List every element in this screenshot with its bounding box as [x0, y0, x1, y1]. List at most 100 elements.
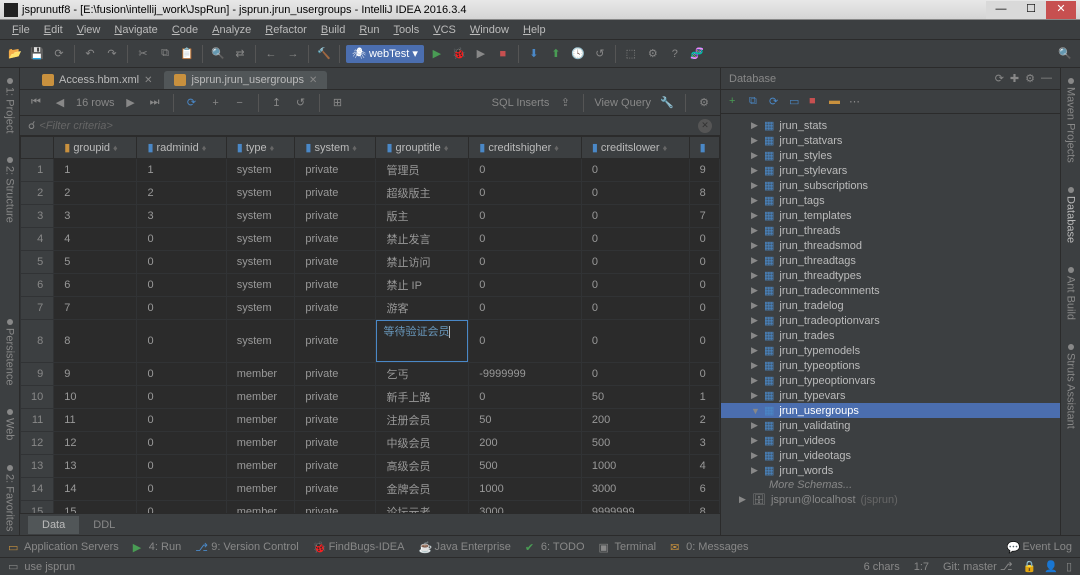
tree-node-table[interactable]: ▶▦jrun_trades — [721, 328, 1060, 343]
cell[interactable]: 0 — [469, 205, 582, 228]
cell[interactable]: member — [226, 501, 295, 514]
panel-hide-icon[interactable]: — — [1041, 72, 1052, 85]
refresh-icon[interactable]: ⟳ — [50, 45, 68, 63]
expand-icon[interactable]: ▶ — [751, 135, 759, 146]
tab-ddl[interactable]: DDL — [79, 516, 129, 534]
cell[interactable]: 4 — [54, 228, 137, 251]
table-row[interactable]: 222systemprivate超级版主008 — [21, 182, 720, 205]
add-row-icon[interactable]: + — [208, 95, 224, 111]
cell[interactable]: 3 — [54, 205, 137, 228]
cell[interactable]: 7 — [689, 205, 719, 228]
toolwindow-appservers[interactable]: ▭Application Servers — [8, 541, 119, 553]
memory-indicator-icon[interactable]: ▯ — [1066, 560, 1072, 573]
expand-icon[interactable]: ▶ — [739, 494, 747, 505]
cell[interactable]: 禁止 IP — [376, 274, 469, 297]
cell[interactable]: 0 — [137, 251, 226, 274]
cell[interactable]: 0 — [689, 274, 719, 297]
tree-node-table[interactable]: ▶▦jrun_videotags — [721, 448, 1060, 463]
expand-icon[interactable]: ▶ — [751, 270, 759, 281]
undo-icon[interactable]: ↶ — [81, 45, 99, 63]
expand-icon[interactable]: ▼ — [751, 406, 759, 416]
column-header[interactable]: ▮ groupid ♦ — [54, 137, 137, 159]
cell[interactable]: 1000 — [469, 478, 582, 501]
cell[interactable]: 禁止访问 — [376, 251, 469, 274]
cell[interactable]: private — [295, 182, 376, 205]
view-query-label[interactable]: View Query — [594, 97, 651, 109]
expand-icon[interactable]: ▶ — [751, 315, 759, 326]
close-tab-icon[interactable]: ✕ — [309, 75, 317, 86]
menu-build[interactable]: Build — [315, 23, 351, 37]
tree-node-table[interactable]: ▶▦jrun_stats — [721, 118, 1060, 133]
run-config-selector[interactable]: 🕷 webTest ▾ — [346, 45, 424, 63]
tree-node-table[interactable]: ▶▦jrun_subscriptions — [721, 178, 1060, 193]
menu-edit[interactable]: Edit — [38, 23, 69, 37]
cell[interactable]: 8 — [689, 182, 719, 205]
back-icon[interactable]: ← — [262, 45, 280, 63]
panel-sync-icon[interactable]: ⟳ — [995, 72, 1004, 85]
table-row[interactable]: 14140memberprivate金牌会员100030006 — [21, 478, 720, 501]
column-header[interactable]: ▮ creditshigher ♦ — [469, 137, 582, 159]
cell[interactable]: private — [295, 478, 376, 501]
cell[interactable]: 4 — [689, 455, 719, 478]
cell[interactable]: 9999999 — [581, 501, 689, 514]
cell[interactable]: 0 — [137, 228, 226, 251]
cell[interactable]: 1 — [137, 159, 226, 182]
panel-add-icon[interactable]: ✚ — [1010, 72, 1019, 85]
close-tab-icon[interactable]: ✕ — [144, 75, 152, 86]
cell[interactable]: member — [226, 409, 295, 432]
column-header[interactable]: ▮ system ♦ — [295, 137, 376, 159]
column-header[interactable]: ▮ type ♦ — [226, 137, 295, 159]
cell[interactable]: 15 — [54, 501, 137, 514]
coverage-icon[interactable]: ▶ — [472, 45, 490, 63]
toolwindow-project[interactable]: 1: Project — [4, 74, 16, 137]
expand-icon[interactable]: ▶ — [751, 255, 759, 266]
expand-icon[interactable]: ▶ — [751, 150, 759, 161]
duplicate-icon[interactable]: ⧉ — [749, 95, 763, 109]
panel-settings-icon[interactable]: ⚙ — [1025, 72, 1035, 85]
cell[interactable]: 0 — [137, 455, 226, 478]
cell[interactable]: 500 — [581, 432, 689, 455]
toolwindow-persistence[interactable]: Persistence — [4, 315, 16, 389]
filter-icon[interactable]: ▬ — [829, 95, 843, 109]
debug-icon[interactable]: 🐞 — [450, 45, 468, 63]
cell[interactable]: 版主 — [376, 205, 469, 228]
cut-icon[interactable]: ✂ — [134, 45, 152, 63]
build-icon[interactable]: 🔨 — [315, 45, 333, 63]
expand-icon[interactable]: ▶ — [751, 120, 759, 131]
cell[interactable]: 0 — [137, 274, 226, 297]
cell[interactable]: 0 — [689, 228, 719, 251]
cell[interactable]: 0 — [581, 205, 689, 228]
cell[interactable]: 论坛元老 — [376, 501, 469, 514]
datasource-node[interactable]: ▶🗄jsprun@localhost (jsprun) — [721, 492, 1060, 507]
save-icon[interactable]: 💾 — [28, 45, 46, 63]
cell[interactable]: 7 — [54, 297, 137, 320]
menu-window[interactable]: Window — [464, 23, 515, 37]
cell[interactable]: 0 — [581, 228, 689, 251]
settings-icon[interactable]: ⚙ — [644, 45, 662, 63]
expand-icon[interactable]: ▶ — [751, 300, 759, 311]
tree-node-table[interactable]: ▶▦jrun_styles — [721, 148, 1060, 163]
vcs-update-icon[interactable]: ⬇ — [525, 45, 543, 63]
cell[interactable]: 乞丐 — [376, 363, 469, 386]
cell[interactable]: 0 — [581, 182, 689, 205]
add-datasource-icon[interactable]: + — [729, 95, 743, 109]
expand-icon[interactable]: ▶ — [751, 165, 759, 176]
expand-icon[interactable]: ▶ — [751, 330, 759, 341]
cell[interactable]: 500 — [469, 455, 582, 478]
cell[interactable]: private — [295, 409, 376, 432]
expand-icon[interactable]: ▶ — [751, 180, 759, 191]
cell[interactable]: 新手上路 — [376, 386, 469, 409]
tree-node-table[interactable]: ▶▦jrun_tradelog — [721, 298, 1060, 313]
replace-icon[interactable]: ⇄ — [231, 45, 249, 63]
table-row[interactable]: 440systemprivate禁止发言000 — [21, 228, 720, 251]
column-header[interactable]: ▮ radminid ♦ — [137, 137, 226, 159]
psi-icon[interactable]: 🧬 — [688, 45, 706, 63]
event-log[interactable]: 💬Event Log — [1006, 541, 1072, 553]
cell[interactable]: 3 — [137, 205, 226, 228]
menu-refactor[interactable]: Refactor — [259, 23, 313, 37]
expand-icon[interactable]: ▶ — [751, 225, 759, 236]
cell[interactable]: 0 — [137, 297, 226, 320]
toolwindow-web[interactable]: Web — [4, 405, 16, 444]
toolwindow-structure[interactable]: 2: Structure — [4, 153, 16, 227]
cell[interactable]: 0 — [469, 386, 582, 409]
